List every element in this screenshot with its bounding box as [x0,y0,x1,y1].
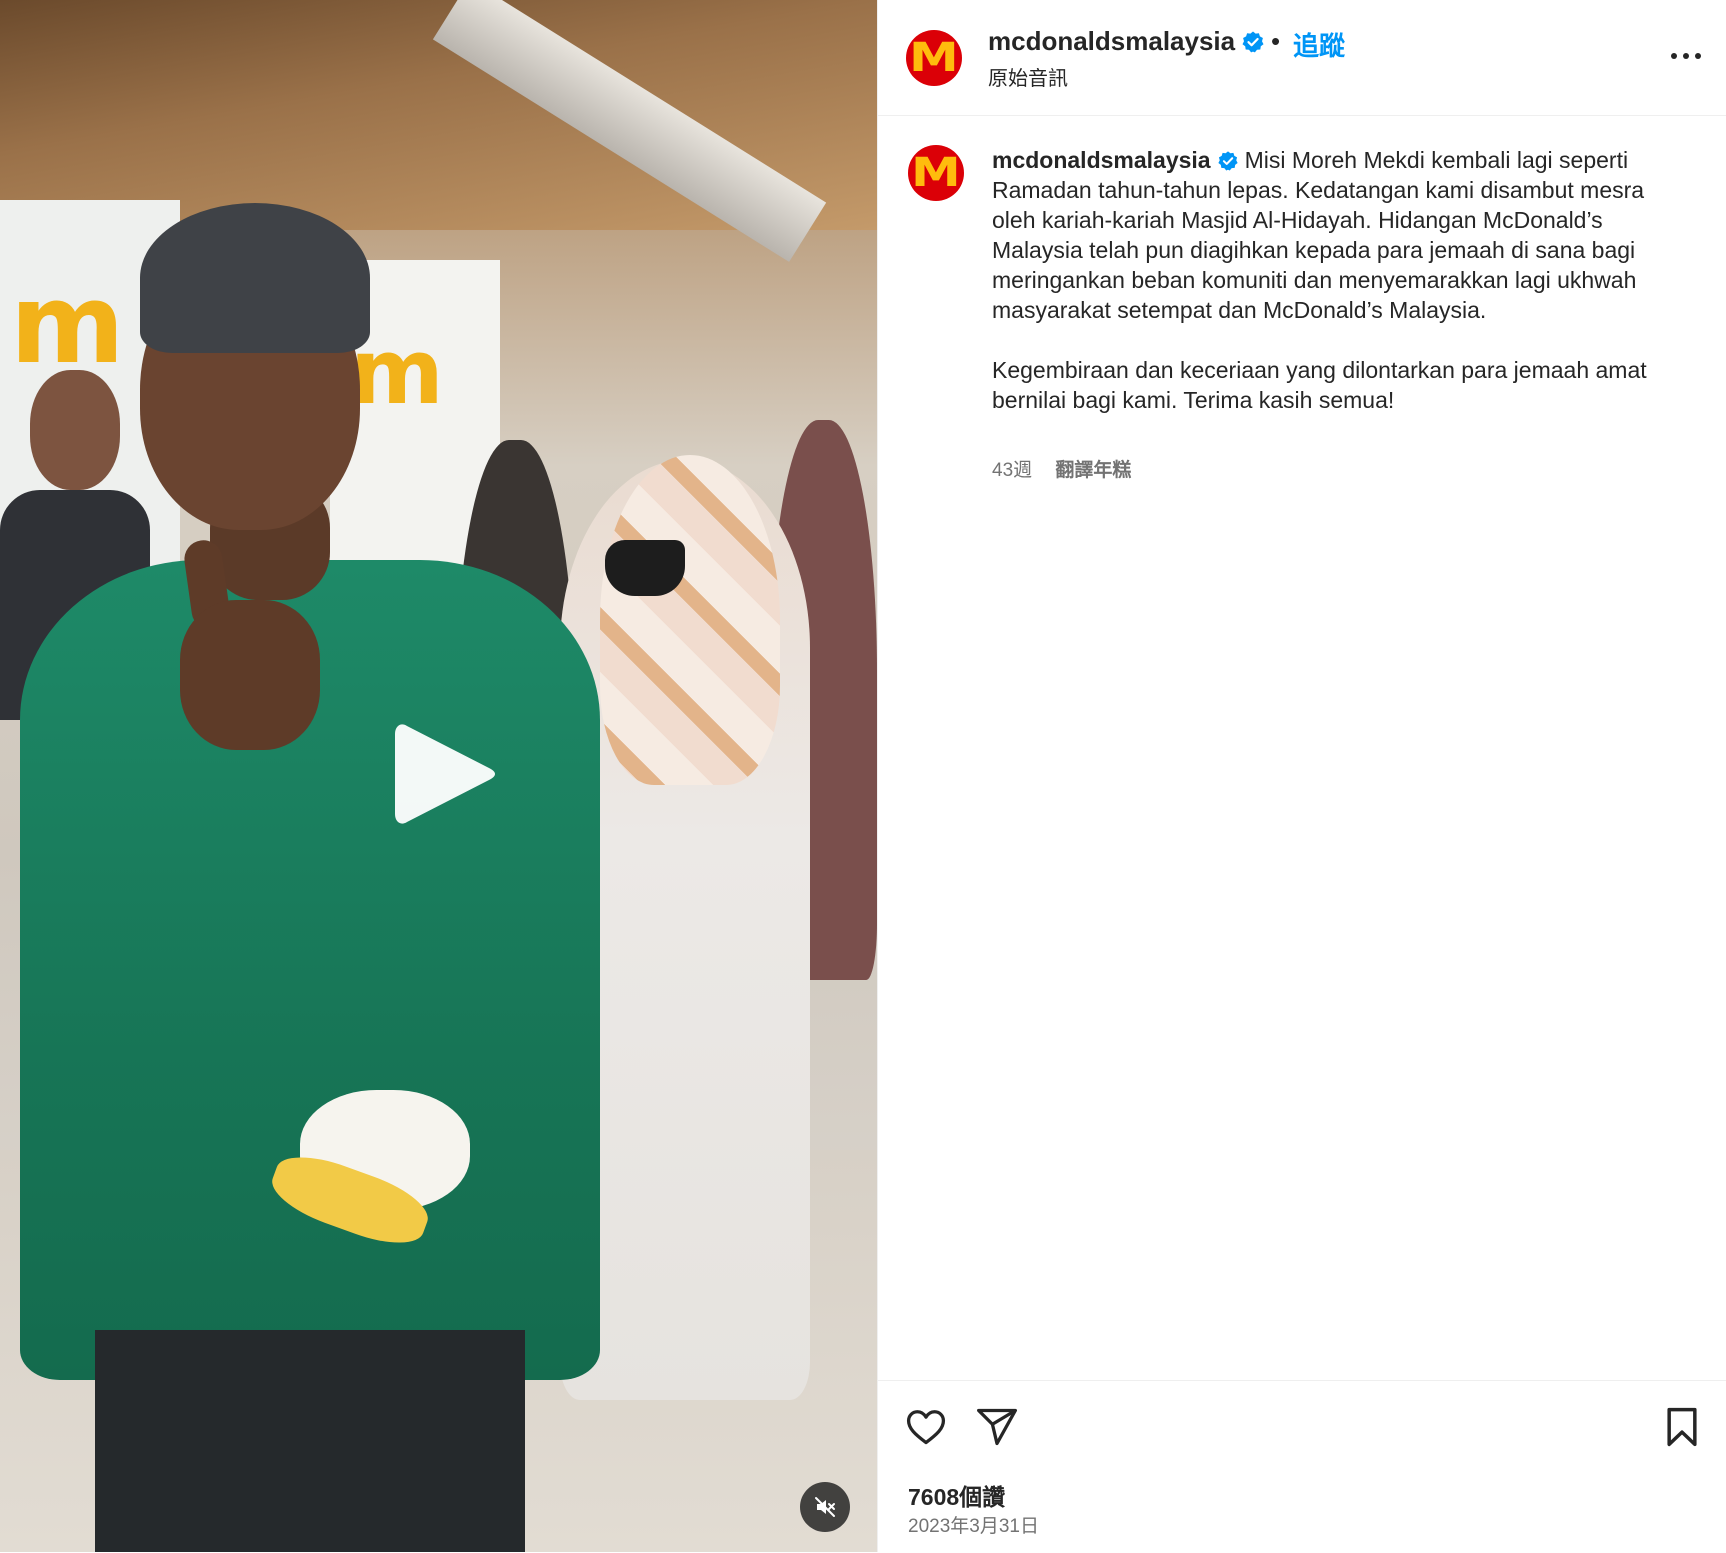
more-options-icon[interactable] [1664,38,1708,74]
translate-button[interactable]: 翻譯年糕 [1055,460,1131,481]
verified-badge-icon [1217,151,1238,171]
caption-text-2: Kegembiraan dan keceriaan yang dilontark… [992,357,1647,413]
mcdonalds-logo: M [911,150,961,196]
caption-username-link[interactable]: mcdonaldsmalaysia [992,147,1211,173]
username-link[interactable]: mcdonaldsmalaysia [988,26,1235,56]
audio-link[interactable]: 原始音訊 [988,62,1068,91]
like-count[interactable]: 7608個讚 [908,1478,1005,1512]
verified-badge-icon [1242,31,1264,53]
video-player[interactable]: m m [0,0,877,1552]
post-details-panel: M mcdonaldsmalaysia • 追蹤 原始音訊 M mcdonald… [877,0,1726,1552]
post-header: M mcdonaldsmalaysia • 追蹤 原始音訊 [878,0,1726,116]
paper-plane-icon[interactable] [975,1405,1019,1449]
action-bar: 7608個讚 2023年3月31日 [878,1380,1726,1553]
post-age[interactable]: 43週 [992,460,1032,481]
separator-dot: • [1271,26,1281,56]
caption-meta: 43週 翻譯年糕 [992,455,1131,482]
caption-text-1: Misi Moreh Mekdi kembali lagi seperti Ra… [992,147,1645,323]
mute-toggle-button[interactable] [800,1482,850,1532]
bookmark-icon[interactable] [1660,1405,1704,1449]
heart-icon[interactable] [904,1405,948,1449]
post-date[interactable]: 2023年3月31日 [908,1511,1039,1538]
caption-avatar[interactable]: M [908,145,964,201]
profile-avatar[interactable]: M [906,30,962,86]
muted-speaker-icon [815,1497,835,1517]
post-caption: mcdonaldsmalaysia Misi Moreh Mekdi kemba… [992,145,1682,415]
play-icon[interactable] [393,718,497,830]
mcdonalds-logo: M [909,35,959,81]
follow-button[interactable]: 追蹤 [1293,26,1345,63]
